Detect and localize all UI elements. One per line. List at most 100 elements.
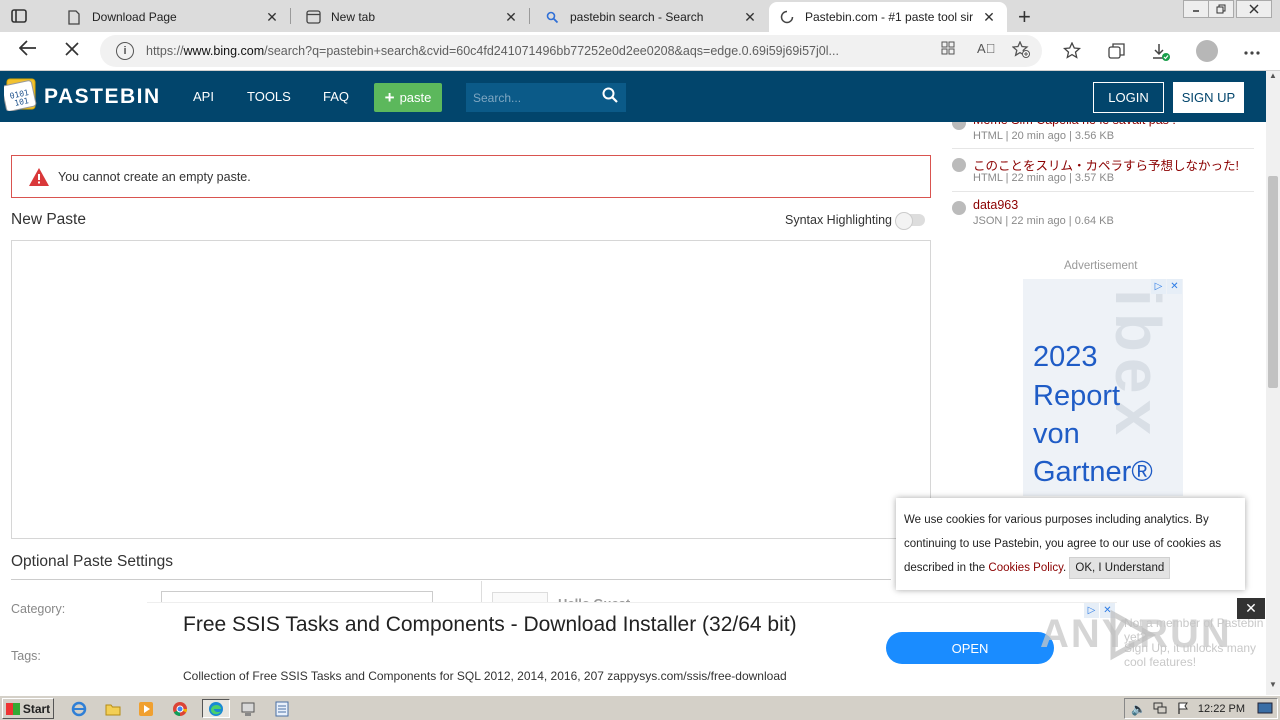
tab-actions-icon[interactable] <box>10 7 28 25</box>
url-rest: /search?q=pastebin+search&cvid=60c4fd241… <box>264 44 839 58</box>
show-desktop-icon[interactable] <box>1257 702 1273 717</box>
tab-separator <box>529 8 530 24</box>
minimize-window-button[interactable] <box>1183 0 1209 18</box>
new-paste-button[interactable]: + paste <box>374 83 442 112</box>
network-tool-icon[interactable] <box>237 699 259 718</box>
new-tab-button[interactable]: + <box>1018 4 1031 30</box>
pastebin-header: 0101 101 PASTEBIN API TOOLS FAQ + paste … <box>0 71 1266 122</box>
tab-pastebin-active[interactable]: Pastebin.com - #1 paste tool sir ✕ <box>769 2 1007 32</box>
cookies-policy-link[interactable]: Cookies Policy <box>988 562 1063 574</box>
collections-icon[interactable] <box>1106 42 1128 65</box>
search-icon[interactable] <box>602 87 618 108</box>
login-button[interactable]: LOGIN <box>1093 82 1164 113</box>
volume-icon[interactable]: 🔈 <box>1131 702 1146 716</box>
profile-avatar[interactable] <box>1196 40 1218 62</box>
app-grid-icon[interactable] <box>941 41 955 58</box>
anyrun-logo-icon <box>1110 609 1157 661</box>
globe-icon <box>952 158 966 172</box>
tab-new-tab[interactable]: New tab ✕ <box>295 2 529 32</box>
nav-faq[interactable]: FAQ <box>323 89 349 104</box>
address-bar[interactable]: i https://www.bing.com/search?q=pastebin… <box>100 35 1042 67</box>
close-bottom-ad-button[interactable]: ✕ <box>1237 598 1265 619</box>
windows-taskbar: Start 🔈 12:22 PM <box>0 695 1280 720</box>
search-input[interactable]: Search... <box>466 83 626 112</box>
url-prefix: https:// <box>146 44 184 58</box>
globe-icon <box>952 201 966 215</box>
ad-text-line: 2023 <box>1033 341 1098 373</box>
favorites-icon[interactable] <box>1061 41 1083 64</box>
scroll-up-arrow-icon[interactable]: ▲ <box>1266 71 1280 85</box>
more-menu-icon[interactable] <box>1241 42 1263 60</box>
restore-window-button[interactable] <box>1208 0 1234 18</box>
nav-api[interactable]: API <box>193 89 214 104</box>
new-paste-title: New Paste <box>11 211 86 228</box>
signup-button[interactable]: SIGN UP <box>1173 82 1244 113</box>
ad-headline[interactable]: Free SSIS Tasks and Components - Downloa… <box>183 611 843 639</box>
pastebin-logo-icon[interactable]: 0101 101 <box>4 75 38 111</box>
recent-paste-meta: JSON | 22 min ago | 0.64 KB <box>973 215 1114 227</box>
loading-icon <box>779 9 795 25</box>
flag-icon[interactable] <box>1177 702 1189 718</box>
ad-open-button[interactable]: OPEN <box>886 632 1054 664</box>
search-placeholder: Search... <box>473 90 522 105</box>
close-tab-icon[interactable]: ✕ <box>742 9 758 26</box>
divider <box>11 579 891 580</box>
tab-title: Pastebin.com - #1 paste tool sir <box>805 10 974 24</box>
add-favorite-icon[interactable] <box>1011 40 1030 61</box>
advertisement-label: Advertisement <box>1064 260 1138 272</box>
close-tab-icon[interactable]: ✕ <box>981 9 997 26</box>
tab-separator <box>290 8 291 24</box>
pastebin-brand[interactable]: PASTEBIN <box>44 85 161 109</box>
tab-bing-search[interactable]: pastebin search - Search ✕ <box>534 2 768 32</box>
cookie-accept-button[interactable]: OK, I Understand <box>1069 557 1171 579</box>
stop-loading-icon[interactable] <box>60 40 84 61</box>
media-player-icon[interactable] <box>135 699 157 718</box>
scrollbar-thumb[interactable] <box>1268 176 1278 388</box>
recent-paste-item[interactable]: このことをスリム・カペラすら予想しなかった! HTML | 22 min ago… <box>952 155 1254 185</box>
close-window-button[interactable] <box>1236 0 1272 18</box>
toggle-switch[interactable] <box>895 212 926 230</box>
ad-watermark-text: ibex <box>1102 289 1174 442</box>
read-aloud-icon[interactable]: A᪲ <box>977 41 995 56</box>
chrome-icon[interactable] <box>169 699 191 718</box>
internet-explorer-icon[interactable] <box>68 699 90 718</box>
syntax-highlighting-toggle[interactable]: Syntax Highlighting <box>785 212 926 230</box>
bing-search-icon <box>544 9 560 25</box>
start-button[interactable]: Start <box>2 698 54 719</box>
nav-tools[interactable]: TOOLS <box>247 89 291 104</box>
url-text: https://www.bing.com/search?q=pastebin+s… <box>146 44 926 58</box>
optional-settings-title: Optional Paste Settings <box>11 553 173 570</box>
site-info-icon[interactable]: i <box>116 42 134 60</box>
back-icon[interactable] <box>16 40 40 61</box>
recent-paste-name[interactable]: data963 <box>973 198 1018 212</box>
close-tab-icon[interactable]: ✕ <box>503 9 519 26</box>
url-domain: www.bing.com <box>183 44 265 58</box>
scroll-down-arrow-icon[interactable]: ▼ <box>1266 680 1280 694</box>
taskbar-clock[interactable]: 12:22 PM <box>1198 703 1245 715</box>
newtab-icon <box>305 9 321 25</box>
category-label: Category: <box>11 602 66 616</box>
file-explorer-icon[interactable] <box>102 699 124 718</box>
divider <box>952 148 1254 149</box>
network-icon[interactable] <box>1153 702 1167 717</box>
edge-icon[interactable] <box>202 699 230 718</box>
recent-paste-item[interactable]: data963 JSON | 22 min ago | 0.64 KB <box>952 198 1254 228</box>
tab-download-page[interactable]: Download Page ✕ <box>56 2 290 32</box>
adchoices-icon[interactable]: ▷ <box>1151 279 1166 294</box>
alert-text: You cannot create an empty paste. <box>58 169 251 184</box>
paste-textarea[interactable] <box>11 240 931 539</box>
system-tray: 🔈 12:22 PM <box>1124 698 1278 719</box>
page-icon <box>66 9 82 25</box>
close-tab-icon[interactable]: ✕ <box>264 9 280 26</box>
downloads-icon[interactable] <box>1150 42 1172 67</box>
start-label: Start <box>22 701 51 716</box>
ad-close-icon[interactable]: ✕ <box>1167 279 1182 294</box>
notepad-icon[interactable] <box>271 699 293 718</box>
cookie-consent-popup: We use cookies for various purposes incl… <box>896 498 1245 590</box>
sidebar-advertisement[interactable]: ibex 2023 Report von Gartner® ▷ ✕ <box>1023 279 1183 496</box>
new-paste-label: paste <box>399 90 432 105</box>
bottom-ad-banner[interactable]: Free SSIS Tasks and Components - Downloa… <box>147 602 1117 692</box>
ad-text-line: Report <box>1033 380 1121 412</box>
browser-tab-strip: Download Page ✕ New tab ✕ pastebin searc… <box>0 0 1280 32</box>
recent-paste-meta: HTML | 22 min ago | 3.57 KB <box>973 172 1115 184</box>
